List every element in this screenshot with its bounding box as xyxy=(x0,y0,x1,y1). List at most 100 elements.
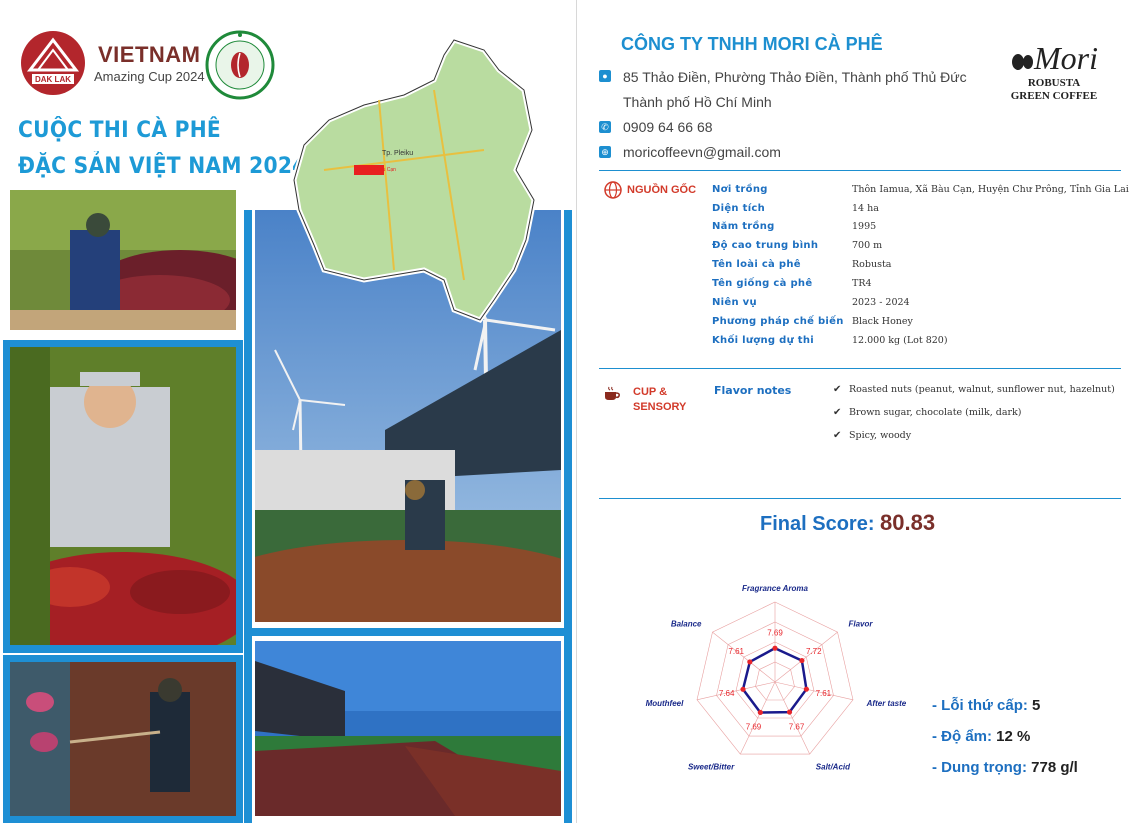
origin-key: Tên giống cà phê xyxy=(712,278,813,289)
phone: ✆ 0909 64 66 68 xyxy=(599,119,713,135)
radar-point xyxy=(740,686,746,692)
mori-logo-line2: GREEN COFFEE xyxy=(1010,90,1098,102)
origin-row: Phương pháp chế biến Black Honey xyxy=(712,316,913,327)
stat-label: - Dung trọng: xyxy=(932,759,1027,776)
final-score: Final Score: 80.83 xyxy=(760,510,935,536)
location-pin-icon: ● xyxy=(599,70,611,82)
origin-row: Niên vụ 2023 - 2024 xyxy=(712,297,910,308)
stat-value: 5 xyxy=(1032,697,1041,714)
origin-row: Khối lượng dự thi 12.000 kg (Lot 820) xyxy=(712,335,948,346)
origin-value: 14 ha xyxy=(852,203,879,214)
association-seal xyxy=(205,30,275,100)
origin-value: Thôn Iamua, Xã Bàu Cạn, Huyện Chư Prông,… xyxy=(852,184,1129,195)
origin-key: Khối lượng dự thi xyxy=(712,335,815,346)
radar-spoke xyxy=(774,681,854,701)
radar-axis-label: Fragrance Aroma xyxy=(742,584,809,593)
cup-label-1: CUP & xyxy=(633,386,668,398)
radar-spoke xyxy=(712,631,776,683)
origin-key: Năm trồng xyxy=(712,221,775,232)
photo-farm-harvest xyxy=(10,190,236,330)
left-page: DAK LAK VIETNAM Amazing Cup 2024 CUỘC TH… xyxy=(0,0,576,823)
address-line1: 85 Thảo Điền, Phường Thảo Điền, Thành ph… xyxy=(623,69,967,85)
origin-value: Black Honey xyxy=(852,316,913,327)
origin-value: 2023 - 2024 xyxy=(852,297,910,308)
heading-line1: CUỘC THI CÀ PHÊ xyxy=(18,118,222,143)
origin-value: 700 m xyxy=(852,240,883,251)
globe-origin-icon xyxy=(604,181,622,199)
flavor-notes-key: Flavor notes xyxy=(714,384,792,397)
brand-title: VIETNAM xyxy=(98,42,201,67)
radar-point xyxy=(803,686,809,692)
email-address[interactable]: moricoffeevn@gmail.com xyxy=(623,144,781,160)
mori-logo: Mori ROBUSTA GREEN COFFEE xyxy=(989,40,1119,120)
radar-value-label: 7.69 xyxy=(746,723,762,732)
origin-key: Nơi trồng xyxy=(712,184,768,195)
radar-value-label: 7.61 xyxy=(816,689,832,698)
radar-value-label: 7.67 xyxy=(789,723,805,732)
coffee-cup-icon xyxy=(603,386,621,402)
globe-icon: ⊕ xyxy=(599,146,611,158)
stat-label: - Lỗi thứ cấp: xyxy=(932,697,1028,714)
divider-bottom xyxy=(599,498,1121,499)
flavor-note: ✔ Spicy, woody xyxy=(833,430,912,441)
origin-row: Độ cao trung bình 700 m xyxy=(712,240,882,251)
radar-point xyxy=(772,645,778,651)
origin-row: Tên loài cà phê Robusta xyxy=(712,259,891,270)
radar-axis-label: Sweet/Bitter xyxy=(688,763,735,772)
check-icon: ✔ xyxy=(833,384,842,395)
blue-band-left xyxy=(244,210,252,823)
radar-spoke xyxy=(774,631,838,683)
map-city: Tp. Pleiku xyxy=(382,150,413,157)
phone-number[interactable]: 0909 64 66 68 xyxy=(623,119,713,135)
email: ⊕ moricoffeevn@gmail.com xyxy=(599,144,781,160)
radar-axis-label: Mouthfeel xyxy=(646,699,685,708)
origin-value: Robusta xyxy=(852,259,892,270)
origin-key: Niên vụ xyxy=(712,297,757,308)
origin-key: Diện tích xyxy=(712,203,766,214)
radar-value-label: 7.64 xyxy=(719,689,735,698)
mori-logo-name: Mori xyxy=(989,40,1119,77)
daklak-logo: DAK LAK xyxy=(18,30,88,96)
final-score-label: Final Score: xyxy=(760,513,875,535)
radar-point xyxy=(799,657,805,664)
photo-drying-tables xyxy=(255,641,561,816)
radar-value-label: 7.61 xyxy=(728,647,744,656)
radar-axis-label: After taste xyxy=(866,699,907,708)
blue-band-mid xyxy=(244,628,572,636)
photo-worker-sorting xyxy=(10,347,236,645)
origin-row: Tên giống cà phê TR4 xyxy=(712,278,872,289)
map-gia-lai: Tp. Pleiku Xã Bàu Cạn xyxy=(284,30,554,330)
origin-value: 12.000 kg (Lot 820) xyxy=(852,335,948,346)
stat-label: - Độ ẩm: xyxy=(932,728,992,745)
mori-logo-line1: ROBUSTA xyxy=(1027,77,1081,89)
radar-spoke xyxy=(696,681,776,701)
address: ● 85 Thảo Điền, Phường Thảo Điền, Thành … xyxy=(599,68,967,111)
origin-row: Năm trồng 1995 xyxy=(712,221,876,232)
origin-key: Tên loài cà phê xyxy=(712,259,801,270)
stat-defects: - Lỗi thứ cấp: 5 xyxy=(932,697,1040,714)
flavor-note: ✔ Roasted nuts (peanut, walnut, sunflower… xyxy=(833,384,1115,395)
check-icon: ✔ xyxy=(833,430,842,441)
origin-key: Độ cao trung bình xyxy=(712,240,819,251)
divider-top xyxy=(599,170,1121,171)
stat-moisture: - Độ ẩm: 12 % xyxy=(932,728,1030,745)
coffee-bean-icon xyxy=(1012,53,1033,70)
sensory-radar-chart: Fragrance Aroma Flavor After taste Salt/Aci… xyxy=(646,584,907,772)
flavor-note: ✔ Brown sugar, chocolate (milk, dark) xyxy=(833,407,1022,418)
radar-point xyxy=(786,709,793,715)
radar-axis-label: Flavor xyxy=(848,619,873,628)
radar-point xyxy=(757,709,763,716)
address-line2: Thành phố Hồ Chí Minh xyxy=(623,94,772,110)
radar-value-label: 7.72 xyxy=(806,647,822,656)
company-name: CÔNG TY TNHH MORI CÀ PHÊ xyxy=(621,34,883,54)
phone-icon: ✆ xyxy=(599,121,611,133)
brand-subtitle: Amazing Cup 2024 xyxy=(94,69,205,84)
stat-density: - Dung trọng: 778 g/l xyxy=(932,759,1078,776)
origin-key: Phương pháp chế biến xyxy=(712,316,844,327)
divider-mid xyxy=(599,368,1121,369)
origin-label: NGUỒN GỐC xyxy=(627,184,697,196)
stat-value: 12 % xyxy=(996,728,1031,745)
photo-drying-beds xyxy=(10,662,236,816)
origin-value: 1995 xyxy=(852,221,877,232)
map-highlight: Xã Bàu Cạn xyxy=(369,167,396,173)
